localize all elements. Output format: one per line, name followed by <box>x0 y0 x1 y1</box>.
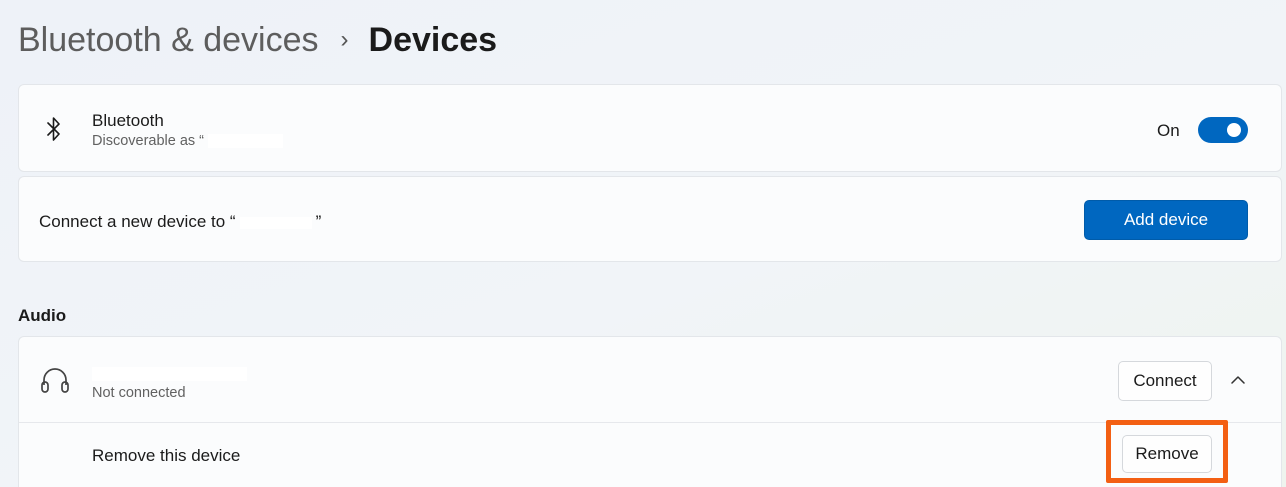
audio-device-card: Not connected Connect Remove this device… <box>18 336 1282 487</box>
bluetooth-toggle[interactable] <box>1198 117 1248 143</box>
bluetooth-discoverable-text: Discoverable as “ <box>92 133 284 149</box>
connect-button[interactable]: Connect <box>1118 361 1212 401</box>
redacted-audio-device-name <box>92 367 247 381</box>
divider <box>19 422 1281 423</box>
chevron-up-icon[interactable] <box>1225 367 1251 393</box>
bluetooth-title: Bluetooth <box>92 111 164 130</box>
bluetooth-icon <box>47 117 60 141</box>
device-status: Not connected <box>92 385 186 401</box>
add-device-button[interactable]: Add device <box>1084 200 1248 240</box>
breadcrumb-separator-icon: › <box>340 26 349 53</box>
connect-new-device-text: Connect a new device to “” <box>39 212 322 231</box>
connect-new-device-card: Connect a new device to “” Add device <box>18 176 1282 262</box>
page-title: Devices <box>368 20 498 59</box>
remove-button[interactable]: Remove <box>1122 435 1212 473</box>
audio-section-title: Audio <box>18 306 67 325</box>
remove-device-label: Remove this device <box>92 446 241 465</box>
breadcrumb-parent[interactable]: Bluetooth & devices <box>18 21 319 60</box>
bluetooth-card: Bluetooth Discoverable as “ On <box>18 84 1282 172</box>
toggle-knob <box>1227 123 1241 137</box>
breadcrumb: Bluetooth & devices › Devices <box>18 18 497 62</box>
redacted-pc-name <box>239 216 312 229</box>
headphones-icon <box>41 368 69 393</box>
bluetooth-toggle-label: On <box>1157 121 1180 140</box>
redacted-device-name <box>208 134 284 149</box>
